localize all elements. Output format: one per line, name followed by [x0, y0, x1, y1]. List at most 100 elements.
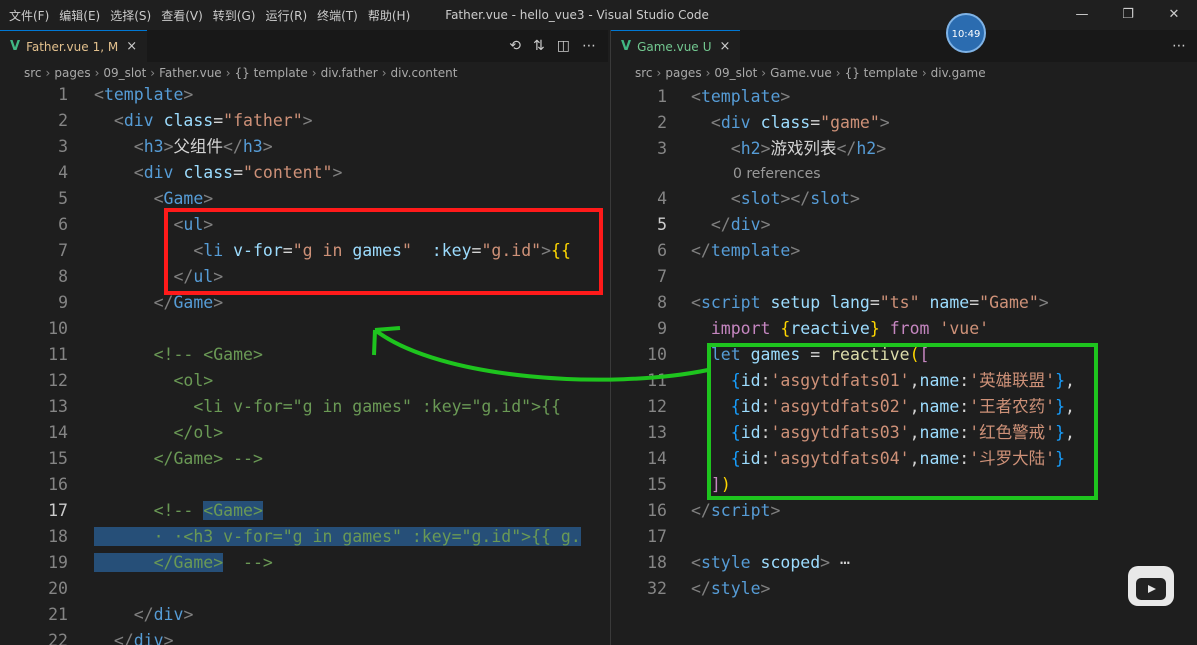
code-token: <li v-for="g in games" :key="g.id">{{ — [193, 397, 561, 416]
code-text: </Game> --> — [94, 446, 263, 472]
code-text: <template> — [691, 84, 790, 110]
code-token: = — [869, 293, 880, 312]
breadcrumb-item[interactable]: {} template — [235, 66, 308, 80]
code-line[interactable]: 22 </div> — [0, 628, 608, 645]
code-line[interactable]: 18 <style scoped> ⋯ — [611, 550, 1197, 576]
code-line[interactable]: 7 — [611, 264, 1197, 290]
breadcrumb-item[interactable]: Game.vue — [770, 66, 832, 80]
menu-item[interactable]: 选择(S) — [105, 7, 156, 24]
code-line[interactable]: 5 </div> — [611, 212, 1197, 238]
code-token: = — [233, 163, 244, 182]
more-actions-icon[interactable]: ⋯ — [582, 38, 596, 54]
tab-father-vue[interactable]: V Father.vue 1, M × — [0, 30, 148, 62]
tab-game-vue[interactable]: V Game.vue U × — [611, 30, 741, 62]
menu-item[interactable]: 查看(V) — [156, 7, 208, 24]
tab-close-icon[interactable]: × — [720, 39, 731, 54]
code-line[interactable]: 15 </Game> --> — [0, 446, 608, 472]
code-line[interactable]: 19 </Game> --> — [0, 550, 608, 576]
code-text: <slot></slot> — [691, 186, 860, 212]
more-actions-icon[interactable]: ⋯ — [1172, 38, 1186, 54]
breadcrumb-separator-icon: › — [656, 66, 662, 80]
codelens-references[interactable]: 0 references — [733, 162, 821, 186]
line-number: 2 — [58, 111, 68, 130]
code-line[interactable]: 3 <h3>父组件</h3> — [0, 134, 608, 160]
code-token: slot — [740, 189, 781, 208]
breadcrumb-item[interactable]: pages — [54, 66, 90, 80]
menu-item[interactable]: 帮助(H) — [363, 7, 415, 24]
green-annotation-arrow — [372, 326, 709, 382]
code-line[interactable]: 16 — [0, 472, 608, 498]
code-line[interactable]: 17 <!-- <Game> — [0, 498, 608, 524]
menu-item[interactable]: 文件(F) — [4, 7, 54, 24]
code-text: <style scoped> ⋯ — [691, 550, 850, 576]
code-line[interactable]: 2 <div class="game"> — [611, 110, 1197, 136]
code-token: class — [163, 111, 214, 130]
code-token: </Game> --> — [153, 449, 263, 468]
code-line[interactable]: 17 — [611, 524, 1197, 550]
code-line[interactable]: 6 </template> — [611, 238, 1197, 264]
timeline-icon[interactable]: ⟲ — [509, 38, 521, 54]
code-line[interactable]: 16 </script> — [611, 498, 1197, 524]
close-icon[interactable]: ✕ — [1151, 0, 1197, 30]
code-line[interactable]: 18 · ·<h3 v-for="g in games" :key="g.id"… — [0, 524, 608, 550]
breadcrumb-item[interactable]: 09_slot — [714, 66, 757, 80]
code-token: > — [760, 215, 771, 234]
code-line[interactable]: 1 <template> — [0, 82, 608, 108]
code-line[interactable]: 20 — [0, 576, 608, 602]
breadcrumb-item[interactable]: 09_slot — [103, 66, 146, 80]
code-line[interactable]: 2 <div class="father"> — [0, 108, 608, 134]
tab-close-icon[interactable]: × — [126, 39, 137, 54]
code-line[interactable]: 1 <template> — [611, 84, 1197, 110]
line-number: 11 — [48, 345, 68, 364]
line-number: 6 — [58, 215, 68, 234]
bilibili-logo — [1128, 566, 1174, 606]
menu-item[interactable]: 运行(R) — [260, 7, 312, 24]
minimize-icon[interactable]: — — [1059, 0, 1105, 30]
code-token: "father" — [223, 111, 303, 130]
code-line[interactable]: 21 </div> — [0, 602, 608, 628]
menu-item[interactable]: 终端(T) — [312, 7, 363, 24]
code-text: </div> — [94, 628, 174, 645]
breadcrumb-item[interactable]: src — [24, 66, 42, 80]
breadcrumb-item[interactable]: div.father — [321, 66, 378, 80]
code-token: = — [969, 293, 980, 312]
compare-changes-icon[interactable]: ⇅ — [533, 38, 545, 54]
code-token: template — [710, 241, 791, 260]
breadcrumb-item[interactable]: {} template — [845, 66, 918, 80]
breadcrumb-item[interactable]: pages — [665, 66, 701, 80]
menu-item[interactable]: 编辑(E) — [54, 7, 105, 24]
line-number: 13 — [647, 423, 667, 442]
breadcrumb-item[interactable]: div.content — [391, 66, 458, 80]
code-token: h2 — [740, 139, 761, 158]
code-token: = — [213, 111, 224, 130]
split-editor-icon[interactable]: ◫ — [557, 38, 570, 54]
breadcrumb: src › pages › 09_slot › Father.vue ›{} template… — [0, 62, 608, 84]
breadcrumb-item[interactable]: div.game — [931, 66, 986, 80]
menu-item[interactable]: 转到(G) — [208, 7, 261, 24]
code-token: > — [332, 163, 343, 182]
code-line[interactable]: 32 </style> — [611, 576, 1197, 602]
code-token: < — [94, 85, 104, 104]
code-token: Game — [173, 293, 214, 312]
code-line[interactable]: 3 <h2>游戏列表</h2> — [611, 136, 1197, 162]
code-line[interactable]: 4 <div class="content"> — [0, 160, 608, 186]
breadcrumb-item[interactable]: src — [635, 66, 653, 80]
line-number: 7 — [657, 267, 667, 286]
vue-file-icon: V — [10, 39, 21, 54]
code-token: div — [143, 163, 174, 182]
restore-icon[interactable]: ❐ — [1105, 0, 1151, 30]
code-line[interactable]: 13 <li v-for="g in games" :key="g.id">{{ — [0, 394, 608, 420]
breadcrumb-item[interactable]: Father.vue — [159, 66, 222, 80]
line-number: 18 — [647, 553, 667, 572]
code-line[interactable]: 14 </ol> — [0, 420, 608, 446]
code-line[interactable]: 4 <slot></slot> — [611, 186, 1197, 212]
code-token: > — [163, 631, 174, 645]
